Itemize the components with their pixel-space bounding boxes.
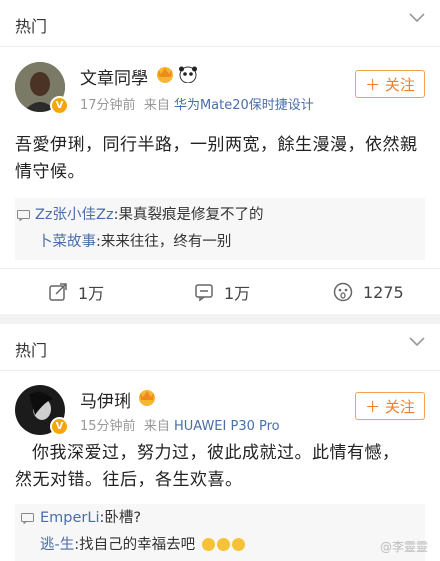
post-text-line: 情守候。 — [15, 162, 85, 182]
comment-row[interactable]: 卜菜故事:来来往往，终有一别 — [15, 230, 425, 254]
comment-text: :卧槽? — [99, 510, 142, 526]
repost-icon — [49, 283, 67, 301]
follow-button[interactable]: ＋ 关注 — [355, 392, 425, 420]
comment-user[interactable]: 逃-生 — [40, 537, 74, 553]
emoji-icon — [216, 538, 230, 551]
post-source[interactable]: 华为Mate20保时捷设计 — [174, 98, 314, 113]
post-text-line: 然无对错。往后，各生欢喜。 — [15, 470, 243, 490]
comments-box: Zz张小佳Zz:果真裂痕是修复不了的 卜菜故事:来来往往，终有一别 — [15, 198, 425, 260]
post-meta: 15分钟前 来自 HUAWEI P30 Pro — [80, 415, 280, 434]
from-label: 来自 — [143, 419, 170, 434]
username[interactable]: 马伊琍 — [80, 387, 131, 412]
post-text: 你我深爱过，努力过，彼此成就过。此情有憾， 然无对错。往后，各生欢喜。 — [15, 440, 432, 494]
comment-user[interactable]: Zz张小佳Zz — [35, 207, 114, 223]
post-text: 吾愛伊琍，同行半路，一别两宽，餘生漫漫，依然親 情守候。 — [15, 132, 430, 186]
comment-user[interactable]: 卜菜故事 — [38, 234, 96, 250]
like-button[interactable]: 1275 — [333, 269, 404, 315]
chevron-down-icon[interactable] — [408, 11, 426, 25]
hot-label: 热门 — [15, 341, 48, 360]
comment-row[interactable]: EmperLi:卧槽? — [15, 506, 425, 530]
follow-label: 关注 — [384, 76, 415, 94]
hot-label: 热门 — [15, 17, 48, 36]
panda-icon — [179, 66, 197, 83]
post-meta: 17分钟前 来自 华为Mate20保时捷设计 — [80, 94, 314, 113]
from-label: 来自 — [143, 98, 170, 113]
emoji-icon — [201, 538, 215, 551]
repost-button[interactable]: 1万 — [48, 269, 104, 315]
comment-user[interactable]: EmperLi — [40, 510, 99, 526]
post-card-1: 热门 V 文章同學 17分钟前 来自 华为Mate20保时捷设计 ＋ 关注 吾愛… — [0, 0, 440, 314]
emoji-icon — [231, 538, 245, 551]
action-bar: 1万 1万 1275 — [0, 268, 440, 315]
verified-badge-icon: V — [50, 417, 69, 436]
chevron-down-icon[interactable] — [408, 335, 426, 349]
crown-icon — [139, 390, 155, 406]
comment-row[interactable]: 逃-生:找自己的幸福去吧 — [15, 533, 425, 557]
crown-icon — [157, 67, 173, 83]
comments-box: EmperLi:卧槽? 逃-生:找自己的幸福去吧 — [15, 504, 425, 561]
comment-button[interactable]: 1万 — [194, 269, 250, 315]
comment-row[interactable]: Zz张小佳Zz:果真裂痕是修复不了的 — [15, 203, 425, 227]
comment-icon — [21, 513, 34, 524]
verified-badge-icon: V — [50, 96, 69, 115]
like-count: 1275 — [363, 282, 404, 302]
repost-count: 1万 — [78, 284, 105, 303]
post-text-line: 你我深爱过，努力过，彼此成就过。此情有憾， — [32, 443, 400, 463]
watermark: @李靈靈 — [379, 540, 428, 554]
comment-icon — [17, 210, 30, 221]
post-card-2: 热门 V 马伊琍 15分钟前 来自 HUAWEI P30 Pro ＋ 关注 你我… — [0, 324, 440, 561]
hot-section-header: 热门 — [0, 324, 440, 371]
post-time: 17分钟前 — [80, 98, 136, 113]
surprised-emoji-icon — [333, 282, 353, 302]
post-time: 15分钟前 — [80, 419, 136, 434]
comment-text: :来来往往，终有一别 — [96, 234, 232, 250]
comment-text: :找自己的幸福去吧 — [74, 537, 196, 553]
username[interactable]: 文章同學 — [80, 64, 148, 89]
hot-section-header: 热门 — [0, 0, 440, 47]
follow-button[interactable]: ＋ 关注 — [355, 70, 425, 98]
post-text-line: 吾愛伊琍，同行半路，一别两宽，餘生漫漫，依然親 — [15, 135, 418, 155]
comment-icon — [195, 284, 213, 302]
comment-text: :果真裂痕是修复不了的 — [113, 207, 264, 223]
comment-count: 1万 — [224, 284, 251, 303]
follow-label: 关注 — [384, 398, 415, 416]
post-source[interactable]: HUAWEI P30 Pro — [174, 419, 280, 434]
